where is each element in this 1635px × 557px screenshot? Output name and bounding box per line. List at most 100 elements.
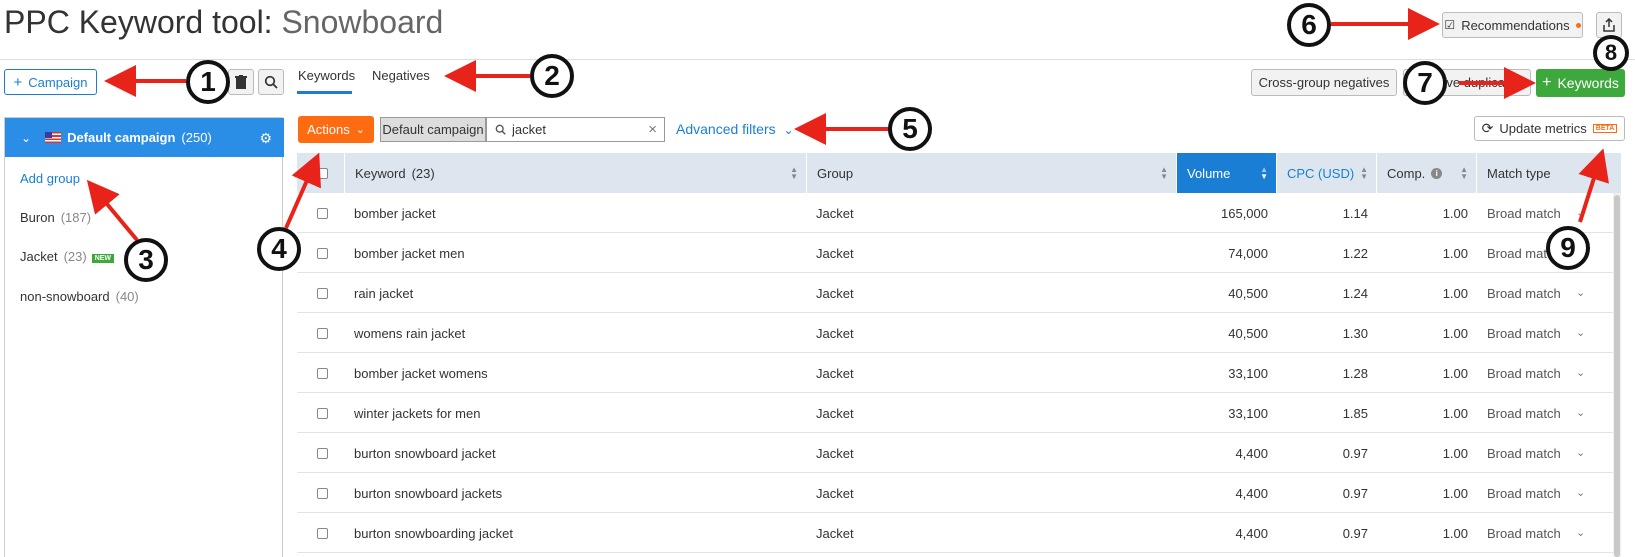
row-checkbox-cell [317,313,331,353]
table-row[interactable]: bomber jacket Jacket 165,000 1.14 1.00 Broad … [297,193,1621,233]
match-type-cell[interactable]: Broad match [1487,193,1561,233]
chevron-down-icon[interactable]: ⌄ [1576,446,1585,459]
plus-icon: + [1542,74,1552,91]
campaign-sidebar: ⌄ Default campaign (250) ⚙ Add group Bur… [4,117,284,557]
table-scrollbar[interactable] [1613,193,1621,557]
campaign-header[interactable]: ⌄ Default campaign (250) ⚙ [5,118,284,157]
tab-negatives[interactable]: Negatives [372,68,430,83]
callout-6: 6 [1287,3,1331,47]
match-type-cell[interactable]: Broad match [1487,433,1561,473]
col-volume[interactable]: Volume ▲ ▼ [1176,153,1276,193]
search-button[interactable] [258,69,284,95]
match-type-cell[interactable]: Broad match [1487,473,1561,513]
add-group-link[interactable]: Add group [20,171,80,186]
table-row[interactable]: womens rain jacket Jacket 40,500 1.30 1.00 Br… [297,313,1621,353]
chevron-down-icon[interactable]: ⌄ [1576,366,1585,379]
chevron-down-icon[interactable]: ⌄ [1576,206,1585,219]
cross-group-negatives-label: Cross-group negatives [1258,75,1390,90]
actions-dropdown[interactable]: Actions ⌄ [298,116,374,143]
sidebar-item-jacket[interactable]: Jacket (23) NEW [20,249,115,264]
info-icon[interactable]: i [1431,167,1443,179]
table-row[interactable]: burton snowboard jacket Jacket 4,400 0.97 1.… [297,433,1621,473]
group-count: (187) [60,210,92,225]
cpc-cell: 0.97 [1342,445,1368,461]
advanced-filters-label: Advanced filters [676,121,776,137]
delete-button[interactable] [228,69,254,95]
scrollbar-thumb[interactable] [1614,195,1620,557]
group-cell: Jacket [816,405,854,421]
add-keywords-button[interactable]: + Keywords [1536,69,1625,97]
chevron-down-icon[interactable]: ⌄ [1576,286,1585,299]
comp-cell: 1.00 [1442,365,1468,381]
cpc-cell: 1.24 [1342,285,1368,301]
recommendations-button[interactable]: ☑ Recommendations [1442,12,1583,38]
update-metrics-button[interactable]: ⟳ Update metrics BETA [1474,116,1625,141]
row-checkbox[interactable] [317,327,328,339]
group-name: non-snowboard [20,289,110,304]
comp-cell: 1.00 [1442,485,1468,501]
export-icon [1603,18,1615,32]
table-row[interactable]: burton snowboard jackets Jacket 4,400 0.97 1… [297,473,1621,513]
col-cpc-label: CPC (USD) [1287,165,1355,181]
table-row[interactable]: bomber jacket men Jacket 74,000 1.22 1.00 Bro… [297,233,1621,273]
table-row[interactable]: rain jacket Jacket 40,500 1.24 1.00 Broad mat… [297,273,1621,313]
keyword-search-box[interactable]: × [486,117,665,142]
row-checkbox[interactable] [317,447,328,459]
row-checkbox-cell [317,473,331,513]
volume-cell: 4,400 [1235,525,1268,541]
comp-cell: 1.00 [1442,285,1468,301]
row-checkbox[interactable] [317,407,328,419]
sidebar-item-non-snowboard[interactable]: non-snowboard (40) [20,289,139,304]
cpc-cell: 1.28 [1342,365,1368,381]
tab-keywords[interactable]: Keywords [298,68,355,83]
clear-icon[interactable]: × [648,121,657,138]
col-group[interactable]: Group ▲ ▼ [806,153,1176,193]
actions-label: Actions [307,122,350,137]
col-comp[interactable]: Comp. i ▲ ▼ [1376,153,1476,193]
keyword-cell: rain jacket [354,285,414,301]
table-row[interactable]: bomber jacket womens Jacket 33,100 1.28 1.00… [297,353,1621,393]
match-type-cell[interactable]: Broad match [1487,353,1561,393]
col-cpc[interactable]: CPC (USD) ▲ ▼ [1276,153,1376,193]
sidebar-item-buron[interactable]: Buron (187) [20,210,91,225]
chevron-down-icon[interactable]: ⌄ [1576,326,1585,339]
group-count: (40) [115,289,139,304]
row-checkbox[interactable] [317,247,328,259]
row-checkbox[interactable] [317,487,328,499]
row-checkbox-cell [317,273,331,313]
row-checkbox-cell [317,193,331,233]
table-header: Keyword (23) ▲ ▼ Group ▲ ▼ Volume ▲ ▼ CPC (… [297,153,1621,193]
row-checkbox[interactable] [317,287,328,299]
row-checkbox[interactable] [317,527,328,539]
cross-group-negatives-button[interactable]: Cross-group negatives [1251,69,1397,96]
chevron-down-icon[interactable]: ⌄ [1576,526,1585,539]
match-type-cell[interactable]: Broad match [1487,393,1561,433]
advanced-filters-toggle[interactable]: Advanced filters ⌄ [676,121,794,137]
update-metrics-label: Update metrics [1499,121,1587,136]
row-checkbox-cell [317,513,331,553]
keyword-search-input[interactable] [512,122,632,137]
row-checkbox[interactable] [317,367,328,379]
comp-cell: 1.00 [1442,405,1468,421]
match-type-cell[interactable]: Broad match [1487,513,1561,553]
campaign-filter-chip[interactable]: Default campaign [380,117,486,142]
comp-cell: 1.00 [1442,525,1468,541]
gear-icon[interactable]: ⚙ [259,130,272,147]
add-campaign-button[interactable]: + Campaign [4,69,97,95]
table-row[interactable]: winter jackets for men Jacket 33,100 1.85 1.… [297,393,1621,433]
callout-9: 9 [1546,226,1590,270]
chevron-down-icon[interactable]: ⌄ [1576,406,1585,419]
chevron-down-icon[interactable]: ⌄ [1576,486,1585,499]
chevron-down-icon[interactable]: ⌄ [21,131,31,145]
col-keyword[interactable]: Keyword (23) ▲ ▼ [344,153,806,193]
sort-icon: ▲ ▼ [1360,165,1368,181]
row-checkbox[interactable] [317,207,328,219]
group-name: Jacket [20,249,58,264]
row-checkbox-cell [317,393,331,433]
match-type-cell[interactable]: Broad match [1487,273,1561,313]
match-type-cell[interactable]: Broad match [1487,313,1561,353]
volume-cell: 4,400 [1235,445,1268,461]
add-keywords-label: Keywords [1557,75,1619,91]
table-row[interactable]: burton snowboarding jacket Jacket 4,400 0.9… [297,513,1621,553]
select-all-checkbox[interactable] [317,167,328,179]
